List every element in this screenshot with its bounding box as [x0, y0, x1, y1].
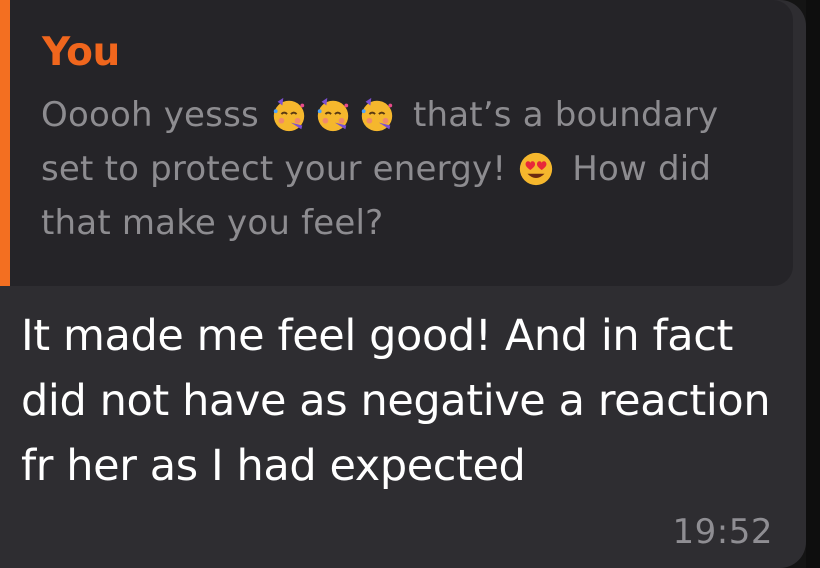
reply-quote-author: You — [42, 30, 120, 75]
message-text: It made me feel good! And in fact did no… — [21, 311, 771, 491]
partying-face-icon — [358, 96, 396, 134]
reply-quote-bar — [0, 0, 10, 286]
reply-quote[interactable]: You Ooooh yesss that’s a boundary set to… — [0, 0, 793, 286]
heart-eyes-face-icon — [517, 150, 555, 188]
message-timestamp: 19:52 — [672, 512, 773, 552]
partying-face-icon — [314, 96, 352, 134]
chat-background-edge — [806, 0, 820, 568]
reply-quote-text-part1: Ooooh yesss — [41, 95, 259, 135]
reply-quote-text: Ooooh yesss that’s a boundary set to pro… — [41, 88, 761, 250]
partying-face-icon — [270, 96, 308, 134]
message-bubble[interactable]: You Ooooh yesss that’s a boundary set to… — [0, 0, 806, 568]
